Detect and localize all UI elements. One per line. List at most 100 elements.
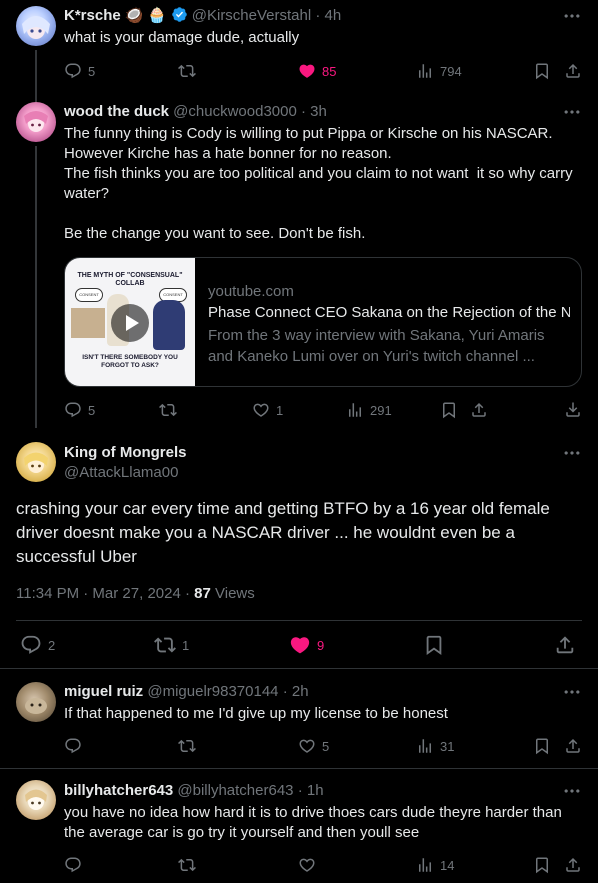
bookmark-button[interactable] [423,635,445,655]
more-options-icon[interactable] [562,443,582,463]
bookmark-icon [423,634,445,656]
retweet-icon [154,634,176,656]
more-options-icon[interactable] [562,682,582,702]
avatar[interactable] [16,682,56,722]
like-button[interactable]: 5 [298,736,329,756]
share-icon [564,62,582,80]
avatar[interactable] [16,6,56,46]
share-button[interactable] [564,855,582,875]
reply-button[interactable]: 5 [64,61,95,81]
reply-button[interactable]: 2 [20,635,55,655]
more-options-icon[interactable] [562,781,582,801]
link-card-domain: youtube.com [208,283,294,300]
reply-icon [64,401,82,419]
share-icon [470,401,488,419]
handle[interactable]: @billyhatcher643 [177,782,293,799]
reply-icon [64,856,82,874]
play-button[interactable] [111,304,149,342]
bookmark-button[interactable] [533,736,551,756]
heart-icon [252,401,270,419]
avatar-photo-icon [25,698,47,714]
share-button[interactable] [470,400,488,420]
display-name[interactable]: miguel ruiz [64,683,143,700]
share-button[interactable] [554,635,576,655]
reply-button[interactable] [64,736,82,756]
download-icon [564,401,582,419]
display-name[interactable]: K*rsche [64,7,121,24]
avatar-art-icon [24,452,48,473]
like-button[interactable]: 85 [298,61,336,81]
reply-button[interactable] [64,855,82,875]
thumb-bubble-left: CONSENT [75,288,103,302]
bookmark-icon [440,401,458,419]
share-icon [564,856,582,874]
like-button[interactable]: 9 [289,635,324,655]
views-button[interactable]: 794 [416,61,462,81]
retweet-button[interactable] [178,736,196,756]
heart-icon [298,856,316,874]
link-card-thumbnail: THE MYTH OF "CONSENSUAL" COLLAB CONSENT … [65,258,195,386]
retweet-icon [178,62,196,80]
retweet-button[interactable] [178,855,196,875]
handle[interactable]: @chuckwood3000 [173,103,297,120]
share-button[interactable] [564,61,582,81]
views-icon [416,62,434,80]
retweet-button[interactable] [159,400,177,420]
avatar[interactable] [16,102,56,142]
bookmark-icon [533,62,551,80]
thumb-photo [71,308,105,338]
more-options-icon[interactable] [562,102,582,122]
link-card[interactable]: THE MYTH OF "CONSENSUAL" COLLAB CONSENT … [64,257,582,387]
display-name[interactable]: King of Mongrels [64,444,187,461]
timestamp[interactable]: · 2h [283,683,309,700]
retweet-icon [178,737,196,755]
like-button[interactable]: 1 [252,400,283,420]
post-timestamp[interactable]: 11:34 PM · Mar 27, 2024 · [16,585,190,602]
retweet-button[interactable]: 1 [154,635,189,655]
bookmark-icon [533,856,551,874]
bookmark-button[interactable] [533,855,551,875]
divider [0,768,598,769]
share-button[interactable] [564,736,582,756]
timestamp[interactable]: · 1h [298,782,324,799]
views-button[interactable]: 31 [416,736,454,756]
like-button[interactable] [298,855,316,875]
display-name[interactable]: billyhatcher643 [64,782,173,799]
link-card-description: From the 3 way interview with Sakana, Yu… [208,327,545,365]
views-count: 87 [194,585,211,602]
tweet-text: you have no idea how hard it is to drive… [64,804,566,841]
retweet-icon [178,856,196,874]
bookmark-button[interactable] [533,61,551,81]
display-name[interactable]: wood the duck [64,103,169,120]
verified-badge-icon [171,7,187,22]
views-icon [416,737,434,755]
tweet-text: what is your damage dude, actually [64,29,300,46]
liked-heart-icon [289,634,311,656]
timestamp[interactable]: · 4h [315,7,341,24]
share-icon [564,737,582,755]
more-options-icon[interactable] [562,6,582,26]
views-icon [416,856,434,874]
play-icon [126,315,139,331]
handle[interactable]: @AttackLlama00 [64,463,178,483]
reply-icon [20,634,42,656]
timestamp[interactable]: · 3h [301,103,327,120]
share-icon [554,634,576,656]
reply-button[interactable]: 5 [64,400,95,420]
avatar-art-icon [22,16,50,39]
views-icon [346,401,364,419]
tweet-text: crashing your car every time and getting… [16,499,555,566]
retweet-icon [159,401,177,419]
handle[interactable]: @KirscheVerstahl [192,7,311,24]
views-button[interactable]: 14 [416,855,454,875]
avatar[interactable] [16,780,56,820]
divider [16,620,582,621]
handle[interactable]: @miguelr98370144 [147,683,278,700]
retweet-button[interactable] [178,61,196,81]
avatar[interactable] [16,442,56,482]
views-button[interactable]: 291 [346,400,392,420]
reply-icon [64,62,82,80]
link-card-title: Phase Connect CEO Sakana on the Rejectio… [208,304,570,321]
download-button[interactable] [564,400,582,420]
bookmark-button[interactable] [440,400,458,420]
